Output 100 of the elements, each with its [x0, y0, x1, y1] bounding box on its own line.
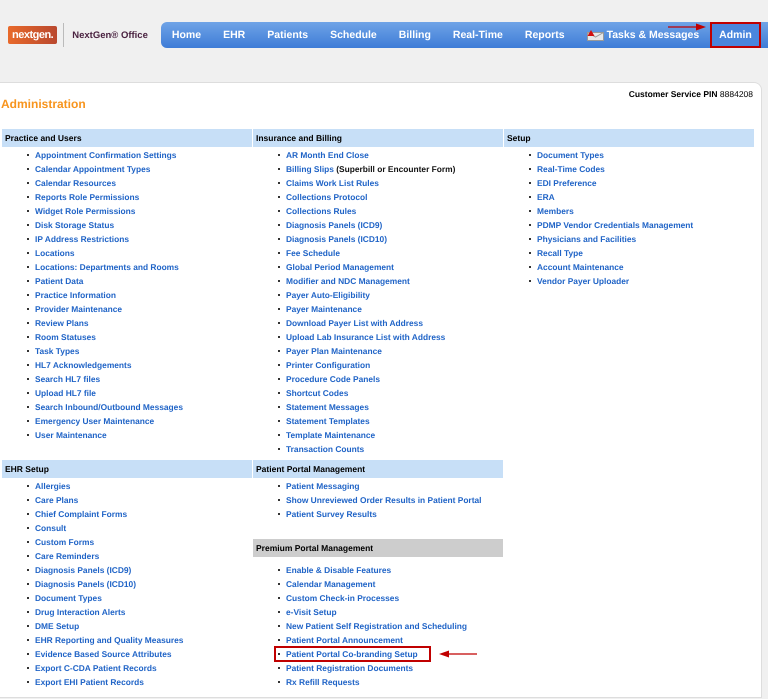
admin-link[interactable]: Custom Check-in Processes — [286, 593, 400, 603]
admin-link[interactable]: Appointment Confirmation Settings — [35, 150, 176, 160]
link-note: (Superbill or Encounter Form) — [335, 164, 456, 174]
admin-link[interactable]: Shortcut Codes — [286, 388, 348, 398]
admin-link[interactable]: Transaction Counts — [286, 444, 364, 454]
admin-link[interactable]: ERA — [537, 192, 555, 202]
nav-tab[interactable]: EHR — [212, 23, 256, 47]
page-title: Administration — [1, 97, 86, 111]
admin-link[interactable]: Upload HL7 file — [35, 388, 96, 398]
admin-link[interactable]: Locations — [35, 248, 75, 258]
admin-link[interactable]: Care Reminders — [35, 551, 100, 561]
section-header: Insurance and Billing — [253, 129, 503, 147]
admin-link[interactable]: Calendar Management — [286, 579, 376, 589]
admin-link[interactable]: Members — [537, 206, 574, 216]
admin-link[interactable]: DME Setup — [35, 621, 80, 631]
admin-link[interactable]: Template Maintenance — [286, 430, 376, 440]
admin-link[interactable]: Fee Schedule — [286, 248, 340, 258]
section-header: Practice and Users — [2, 129, 252, 147]
admin-link[interactable]: Download Payer List with Address — [286, 318, 423, 328]
admin-link[interactable]: EDI Preference — [537, 178, 597, 188]
admin-link[interactable]: Patient Registration Documents — [286, 663, 414, 673]
envelope-alert-icon — [586, 30, 604, 40]
admin-link[interactable]: Claims Work List Rules — [286, 178, 379, 188]
logo: nextgen. — [8, 26, 58, 44]
admin-link[interactable]: Reports Role Permissions — [35, 192, 140, 202]
nav-tab[interactable]: Reports — [514, 23, 576, 47]
nav-tab[interactable]: Admin — [710, 22, 761, 48]
admin-link[interactable]: Search Inbound/Outbound Messages — [35, 402, 183, 412]
admin-link[interactable]: Global Period Management — [286, 262, 394, 272]
admin-link[interactable]: Export C-CDA Patient Records — [35, 663, 157, 673]
admin-link[interactable]: Room Statuses — [35, 332, 96, 342]
admin-link[interactable]: Diagnosis Panels (ICD10) — [286, 234, 387, 244]
admin-link[interactable]: Statement Messages — [286, 402, 369, 412]
admin-link[interactable]: Evidence Based Source Attributes — [35, 649, 172, 659]
admin-link[interactable]: Allergies — [35, 481, 70, 491]
admin-link[interactable]: Modifier and NDC Management — [286, 276, 410, 286]
admin-link[interactable]: Drug Interaction Alerts — [35, 607, 126, 617]
admin-link[interactable]: Patient Portal Co-branding Setup — [286, 649, 418, 659]
admin-link[interactable]: Calendar Resources — [35, 178, 116, 188]
nav-tab[interactable]: Billing — [388, 23, 442, 47]
admin-link[interactable]: e-Visit Setup — [286, 607, 337, 617]
admin-link[interactable]: Rx Refill Requests — [286, 677, 360, 687]
admin-link[interactable]: New Patient Self Registration and Scheduling — [286, 621, 468, 631]
admin-link[interactable]: Chief Complaint Forms — [35, 509, 128, 519]
admin-link[interactable]: Account Maintenance — [537, 262, 624, 272]
admin-link[interactable]: Patient Portal Announcement — [286, 635, 403, 645]
section-header: Premium Portal Management — [253, 539, 503, 557]
admin-link[interactable]: Patient Survey Results — [286, 509, 377, 519]
nav-tab[interactable]: Real-Time — [442, 23, 514, 47]
admin-link[interactable]: Physicians and Facilities — [537, 234, 636, 244]
admin-link[interactable]: Payer Plan Maintenance — [286, 346, 382, 356]
admin-link[interactable]: Disk Storage Status — [35, 220, 114, 230]
admin-link[interactable]: Emergency User Maintenance — [35, 416, 154, 426]
admin-link[interactable]: Vendor Payer Uploader — [537, 276, 630, 286]
admin-link[interactable]: IP Address Restrictions — [35, 234, 130, 244]
admin-link[interactable]: Review Plans — [35, 318, 89, 328]
annotation-arrow — [668, 23, 706, 31]
admin-link[interactable]: PDMP Vendor Credentials Management — [537, 220, 694, 230]
nav-tab[interactable]: Tasks & Messages — [576, 23, 710, 47]
section-header: EHR Setup — [2, 460, 252, 478]
admin-link[interactable]: Locations: Departments and Rooms — [35, 262, 179, 272]
admin-link[interactable]: Care Plans — [35, 495, 78, 505]
admin-link[interactable]: Collections Rules — [286, 206, 356, 216]
customer-service-pin: Customer Service PIN 8884208 — [628, 89, 753, 99]
admin-link[interactable]: Collections Protocol — [286, 192, 368, 202]
admin-link[interactable]: Calendar Appointment Types — [35, 164, 150, 174]
admin-link[interactable]: Payer Maintenance — [286, 304, 362, 314]
admin-link[interactable]: Patient Messaging — [286, 481, 360, 491]
admin-link[interactable]: AR Month End Close — [286, 150, 369, 160]
admin-link[interactable]: Provider Maintenance — [35, 304, 122, 314]
admin-link[interactable]: Diagnosis Panels (ICD10) — [35, 579, 136, 589]
admin-link[interactable]: HL7 Acknowledgements — [35, 360, 132, 370]
admin-link[interactable]: Document Types — [35, 593, 102, 603]
admin-link[interactable]: Export EHI Patient Records — [35, 677, 144, 687]
admin-link[interactable]: Show Unreviewed Order Results in Patient Portal — [286, 495, 482, 505]
admin-link[interactable]: Consult — [35, 523, 66, 533]
admin-link[interactable]: Payer Auto-Eligibility — [286, 290, 370, 300]
admin-link[interactable]: Patient Data — [35, 276, 84, 286]
admin-link[interactable]: Search HL7 files — [35, 374, 100, 384]
admin-link[interactable]: Diagnosis Panels (ICD9) — [35, 565, 132, 575]
admin-link[interactable]: Custom Forms — [35, 537, 94, 547]
nav-tab[interactable]: Schedule — [319, 23, 388, 47]
admin-link[interactable]: Printer Configuration — [286, 360, 370, 370]
admin-link[interactable]: Upload Lab Insurance List with Address — [286, 332, 446, 342]
admin-link[interactable]: Statement Templates — [286, 416, 370, 426]
admin-link[interactable]: Enable & Disable Features — [286, 565, 392, 575]
nav-tab[interactable]: Home — [160, 23, 212, 47]
admin-link[interactable]: Practice Information — [35, 290, 116, 300]
admin-link[interactable]: Billing Slips — [286, 164, 334, 174]
admin-link[interactable]: Widget Role Permissions — [35, 206, 136, 216]
admin-link[interactable]: EHR Reporting and Quality Measures — [35, 635, 184, 645]
nav-tab[interactable]: Patients — [256, 23, 320, 47]
admin-link[interactable]: Real-Time Codes — [537, 164, 605, 174]
admin-link[interactable]: Procedure Code Panels — [286, 374, 380, 384]
product-name: NextGen® Office — [72, 30, 148, 40]
admin-link[interactable]: User Maintenance — [35, 430, 107, 440]
admin-link[interactable]: Task Types — [35, 346, 80, 356]
admin-link[interactable]: Recall Type — [537, 248, 583, 258]
admin-link[interactable]: Document Types — [537, 150, 604, 160]
admin-link[interactable]: Diagnosis Panels (ICD9) — [286, 220, 382, 230]
